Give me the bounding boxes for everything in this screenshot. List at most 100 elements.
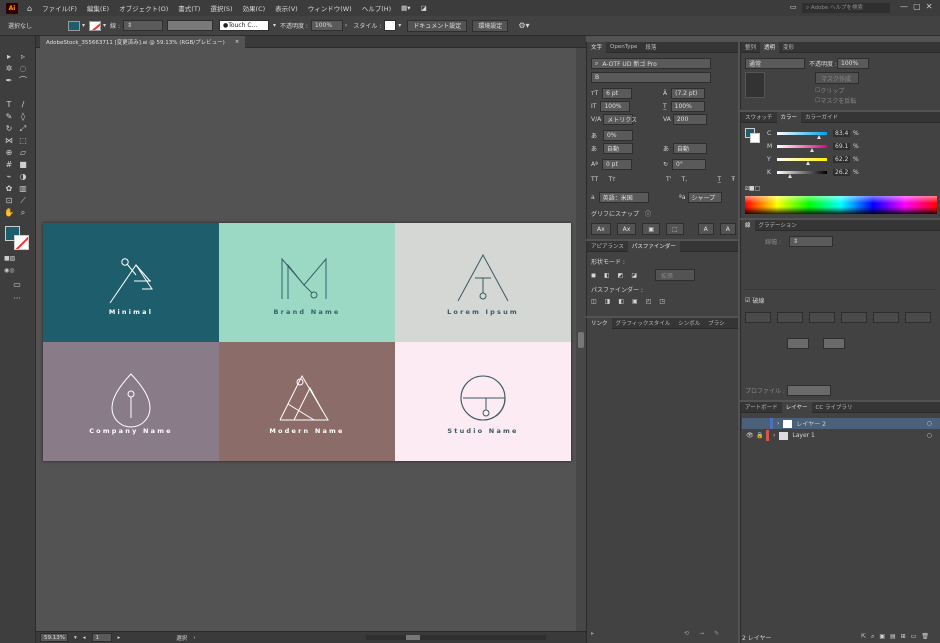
symbol-sprayer-icon[interactable]: ✿: [4, 184, 14, 193]
artboard-number[interactable]: 1: [91, 633, 112, 642]
opacity-input[interactable]: 100%: [310, 20, 343, 31]
panel-toggle-icon[interactable]: ▭: [790, 3, 800, 13]
line-tool-icon[interactable]: /: [18, 100, 28, 109]
minus-front-icon[interactable]: ◧: [604, 272, 610, 279]
chevron-down-icon[interactable]: ▾: [398, 22, 401, 29]
horizontal-scrollbar[interactable]: [366, 635, 546, 640]
leading-input[interactable]: (7.2 pt): [671, 88, 706, 99]
width-tool-icon[interactable]: ⋈: [4, 136, 14, 145]
opacity-input[interactable]: 100%: [837, 58, 869, 69]
font-style-select[interactable]: B: [591, 72, 711, 83]
eye-icon[interactable]: 👁: [746, 432, 756, 439]
scroll-thumb[interactable]: [578, 332, 584, 348]
rotate-tool-icon[interactable]: ↻: [4, 124, 14, 133]
lasso-icon[interactable]: ◌: [18, 64, 28, 73]
outline-icon[interactable]: ◰: [646, 298, 652, 305]
next-artboard-icon[interactable]: ▸: [118, 635, 121, 641]
tab-appearance[interactable]: アピアランス: [587, 242, 628, 250]
tab-symbols[interactable]: シンボル: [674, 319, 704, 327]
trim-icon[interactable]: ◨: [605, 298, 611, 305]
channel-value[interactable]: 69.1: [833, 143, 851, 150]
divide-icon[interactable]: ◫: [591, 298, 597, 305]
selection-tool-icon[interactable]: ▸: [4, 52, 14, 61]
invert-mask-checkbox[interactable]: ☐ マスクを反転: [815, 96, 856, 105]
free-transform-icon[interactable]: ⬚: [18, 136, 28, 145]
channel-slider[interactable]: [777, 132, 827, 139]
all-caps-icon[interactable]: TT: [591, 176, 598, 183]
font-family-select[interactable]: ⌕ A-OTF UD 新ゴ Pro: [591, 58, 711, 69]
gap-1[interactable]: [777, 312, 803, 323]
subscript-icon[interactable]: T,: [682, 176, 688, 183]
tab-layers[interactable]: レイヤー: [781, 401, 812, 413]
edit-original-icon[interactable]: ✎: [714, 630, 719, 637]
layer-name[interactable]: レイヤー 2: [796, 419, 826, 428]
make-mask-button[interactable]: マスク作成: [815, 72, 859, 84]
mesh-tool-icon[interactable]: #: [4, 160, 14, 169]
clip-checkbox[interactable]: ☐ クリップ: [815, 86, 844, 95]
antialias-select[interactable]: シャープ: [687, 192, 722, 203]
channel-value[interactable]: 83.4: [833, 130, 851, 137]
relink-icon[interactable]: ⟲: [684, 630, 689, 637]
play-icon[interactable]: ▸: [591, 630, 594, 637]
language-select[interactable]: 英語：米国: [598, 192, 649, 203]
send-icon[interactable]: ◪: [416, 4, 432, 12]
workspace-icon[interactable]: ▦▾: [396, 4, 415, 12]
chevron-right-icon[interactable]: ›: [345, 22, 347, 29]
curvature-tool-icon[interactable]: ⌒: [18, 76, 28, 85]
exclude-icon[interactable]: ◪: [631, 272, 637, 279]
fill-swatch[interactable]: [68, 20, 80, 31]
window-controls[interactable]: — ▢ ✕: [900, 2, 932, 11]
small-caps-icon[interactable]: Tт: [609, 176, 616, 183]
shape-builder-icon[interactable]: ⊕: [4, 148, 14, 157]
dash-2[interactable]: [809, 312, 835, 323]
color-mode-icon[interactable]: ■▨: [4, 254, 15, 263]
vertical-scrollbar[interactable]: [576, 48, 586, 631]
info-icon[interactable]: ⓘ: [645, 209, 651, 218]
slider-thumb[interactable]: [816, 135, 821, 139]
color-spectrum[interactable]: [745, 196, 937, 214]
snap-xheight-icon[interactable]: Ax: [616, 223, 637, 235]
menu-select[interactable]: 選択(S): [205, 3, 237, 13]
magic-wand-icon[interactable]: ✲: [4, 64, 14, 73]
tab-cc-libraries[interactable]: CC ライブラリ: [812, 403, 857, 411]
tab-swatches[interactable]: スウォッチ: [741, 113, 777, 121]
screen-mode-icon[interactable]: ▭: [12, 280, 22, 289]
profile-select[interactable]: [787, 385, 831, 396]
tsume-input[interactable]: 0%: [603, 130, 634, 141]
snap-anchor-icon[interactable]: A: [719, 223, 736, 235]
tab-color[interactable]: カラー: [776, 111, 802, 123]
snap-bounds-icon[interactable]: ▣: [642, 223, 660, 235]
target-icon[interactable]: ○: [927, 432, 932, 439]
menu-effect[interactable]: 効果(C): [238, 3, 271, 13]
preferences-button[interactable]: 環境設定: [472, 19, 509, 32]
menu-help[interactable]: ヘルプ(H): [357, 3, 396, 13]
slider-thumb[interactable]: [788, 174, 793, 178]
tab-color-guide[interactable]: カラーガイド: [801, 113, 842, 121]
font-size-input[interactable]: 6 pt: [602, 88, 633, 99]
tracking-input[interactable]: 200: [672, 114, 707, 125]
blend-tool-icon[interactable]: ◑: [18, 172, 28, 181]
tab-transform[interactable]: 変形: [779, 43, 798, 51]
chevron-down-icon[interactable]: ▾: [273, 22, 276, 29]
dashed-line-option[interactable]: ☑ 破線: [745, 296, 764, 305]
tab-character[interactable]: 文字: [587, 41, 607, 53]
tab-opentype[interactable]: OpenType: [606, 44, 641, 50]
document-setup-button[interactable]: ドキュメント設定: [407, 19, 468, 32]
graph-tool-icon[interactable]: ▥: [18, 184, 28, 193]
tab-artboards[interactable]: アートボード: [741, 403, 782, 411]
stroke-weight-input[interactable]: ⇕: [122, 20, 163, 31]
logo-tile-modern-name[interactable]: Modern Name: [219, 342, 395, 461]
crop-icon[interactable]: ▣: [632, 298, 638, 305]
end-arrowhead-select[interactable]: [823, 338, 845, 349]
gap-2[interactable]: [841, 312, 867, 323]
aki-right-select[interactable]: 自動: [673, 143, 708, 154]
channel-value[interactable]: 26.2: [833, 169, 851, 176]
layer-row-1[interactable]: 👁 🔒 › Layer 1 ○: [742, 430, 940, 441]
logo-tile-studio-name[interactable]: Studio Name: [395, 342, 571, 461]
slice-tool-icon[interactable]: ⟋: [18, 196, 28, 205]
channel-value[interactable]: 62.2: [833, 156, 851, 163]
chevron-down-icon[interactable]: ▾: [74, 635, 77, 641]
layer-row-2[interactable]: › レイヤー 2 ○: [742, 418, 940, 429]
prev-artboard-icon[interactable]: ◂: [83, 635, 86, 641]
canvas[interactable]: Minimal Brand Name Lorem Ipsum Company N…: [36, 48, 576, 631]
